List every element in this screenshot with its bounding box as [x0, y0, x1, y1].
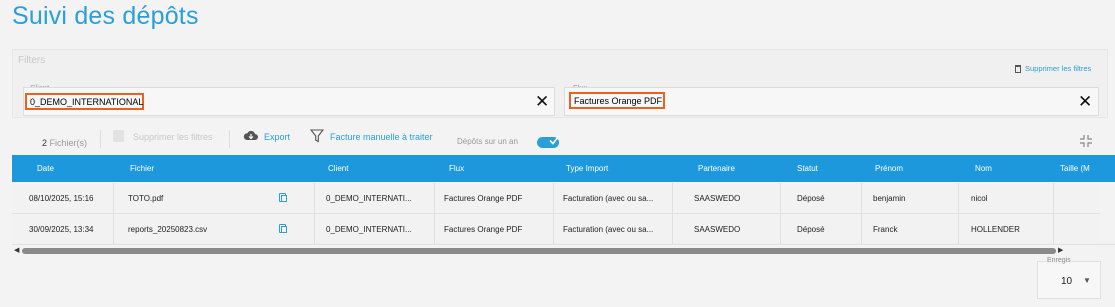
clear-filters-link[interactable]: Supprimer les filtres	[1015, 64, 1091, 73]
cell-last-name: nicol	[971, 194, 988, 203]
collapse-icon[interactable]	[1079, 134, 1093, 148]
cell-last-name: HOLLENDER	[971, 225, 1020, 234]
column-header-partner[interactable]: Partenaire	[698, 164, 735, 173]
filters-title: Filters	[18, 55, 46, 66]
table-header: Date Fichier Client Flux Type Import Par…	[12, 155, 1115, 182]
toolbar-divider	[229, 130, 230, 148]
delete-filters-button[interactable]: Supprimer les filtres	[133, 132, 213, 142]
column-header-size[interactable]: Taille (M	[1060, 164, 1090, 173]
client-clear-icon[interactable]: ✕	[535, 93, 549, 110]
trash-icon	[113, 130, 124, 142]
scrollbar-thumb[interactable]	[22, 248, 1056, 254]
file-count: 2 Fichier(s)	[42, 138, 87, 148]
cloud-download-icon	[243, 130, 258, 140]
cell-file: reports_20250823.csv	[128, 225, 208, 234]
export-button[interactable]: Export	[264, 132, 290, 142]
column-divider	[1053, 214, 1054, 244]
cell-date: 08/10/2025, 15:16	[29, 194, 94, 203]
cell-date: 30/09/2025, 13:34	[29, 225, 94, 234]
column-divider	[314, 214, 315, 244]
column-divider	[434, 183, 435, 213]
column-header-last-name[interactable]: Nom	[975, 164, 992, 173]
page-title: Suivi des dépôts	[12, 2, 199, 30]
manual-invoice-button[interactable]: Facture manuelle à traiter	[330, 132, 433, 142]
table-header-edge	[1100, 155, 1115, 182]
column-divider	[113, 214, 114, 244]
cell-import-type: Facturation (avec ou sa...	[563, 225, 654, 234]
column-header-flux[interactable]: Flux	[449, 164, 464, 173]
scroll-left-arrow-icon[interactable]: ◀	[14, 246, 19, 254]
column-divider	[1053, 183, 1054, 213]
cell-client: 0_DEMO_INTERNATI...	[326, 194, 412, 203]
column-divider	[553, 214, 554, 244]
cell-status: Déposé	[797, 225, 825, 234]
table-row[interactable]: 30/09/2025, 13:34 reports_20250823.csv 0…	[12, 214, 1115, 245]
cell-client: 0_DEMO_INTERNATI...	[326, 225, 412, 234]
cell-flux: Factures Orange PDF	[444, 225, 523, 234]
column-divider	[672, 183, 673, 213]
column-divider	[861, 214, 862, 244]
flux-field-value[interactable]: Factures Orange PDF	[569, 92, 665, 109]
clear-filters-label: Supprimer les filtres	[1025, 64, 1092, 73]
column-header-client[interactable]: Client	[328, 164, 348, 173]
page-size-value: 10	[1061, 276, 1073, 287]
client-field-value[interactable]: 0_DEMO_INTERNATIONAL	[25, 93, 144, 110]
copy-icon[interactable]	[279, 224, 287, 233]
column-header-import-type[interactable]: Type Import	[566, 164, 608, 173]
trash-icon	[1015, 64, 1021, 73]
cell-status: Déposé	[797, 194, 825, 203]
file-count-value: 2	[42, 138, 48, 148]
cell-file: TOTO.pdf	[128, 194, 164, 203]
cell-partner: SAASWEDO	[694, 225, 741, 234]
deposits-toggle[interactable]	[537, 136, 560, 148]
table-right-edge	[1100, 135, 1115, 242]
column-divider	[861, 183, 862, 213]
column-divider	[780, 214, 781, 244]
toolbar-divider	[100, 130, 101, 148]
cell-flux: Factures Orange PDF	[444, 194, 523, 203]
cell-first-name: benjamin	[873, 194, 906, 203]
check-icon	[549, 136, 560, 145]
table-row[interactable]: 08/10/2025, 15:16 TOTO.pdf 0_DEMO_INTERN…	[12, 183, 1115, 214]
deposits-toggle-label: Dépôts sur un an	[457, 137, 518, 146]
column-divider	[780, 183, 781, 213]
column-header-status[interactable]: Statut	[797, 164, 818, 173]
cell-first-name: Franck	[873, 225, 898, 234]
column-divider	[314, 183, 315, 213]
column-divider	[113, 183, 114, 213]
flux-clear-icon[interactable]: ✕	[1078, 93, 1092, 110]
column-header-first-name[interactable]: Prénom	[875, 164, 903, 173]
copy-icon[interactable]	[279, 193, 287, 202]
page-size-label: Enregis	[1046, 257, 1072, 264]
cell-partner: SAASWEDO	[694, 194, 741, 203]
file-count-label: Fichier(s)	[49, 138, 88, 148]
column-header-date[interactable]: Date	[37, 164, 54, 173]
column-divider	[553, 183, 554, 213]
scroll-right-arrow-icon[interactable]: ▶	[1058, 246, 1063, 254]
column-header-file[interactable]: Fichier	[130, 164, 154, 173]
column-divider	[434, 214, 435, 244]
filter-icon	[310, 129, 324, 143]
cell-import-type: Facturation (avec ou sa...	[563, 194, 654, 203]
column-divider	[672, 214, 673, 244]
chevron-down-icon[interactable]: ▼	[1083, 276, 1091, 285]
column-divider	[958, 183, 959, 213]
column-divider	[958, 214, 959, 244]
